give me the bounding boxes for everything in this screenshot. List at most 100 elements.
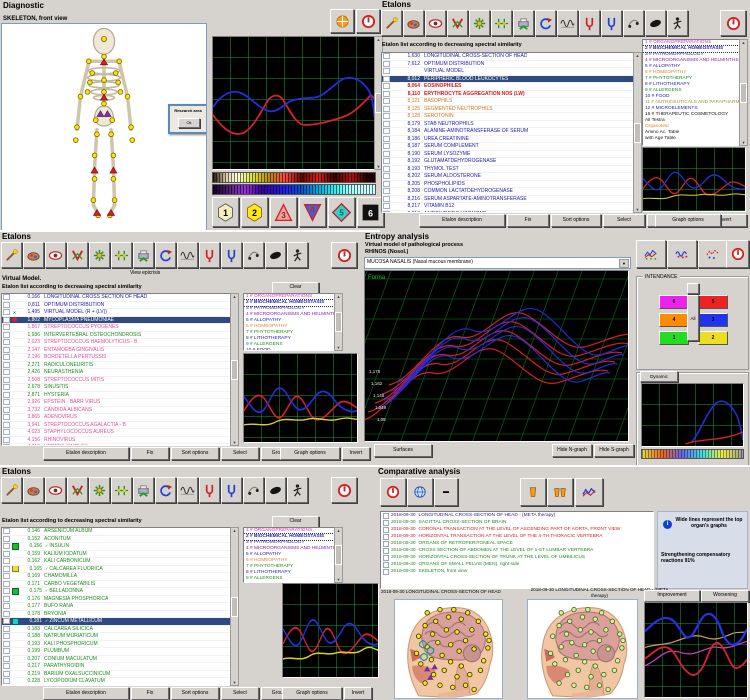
group-list-top-scrollbar[interactable]: ▲▼ [739,39,748,146]
etalon-row[interactable]: 8,193THYMOL TEST [382,166,633,174]
magic-wand-icon[interactable] [1,242,22,268]
etalon-row[interactable]: 8,128SEROTONIN [382,113,633,121]
etalon-row[interactable]: 4,023STAPHYLOCOCCUS AUREUS [2,429,230,437]
etalon-process-2-icon[interactable] [111,477,132,503]
etalon-row[interactable]: 8,186UREA CREATININE [382,136,633,144]
etalon-row[interactable]: 2,023STREPTOCOCCUS HAEMOLYTICUS - B [2,339,230,347]
invert-button[interactable]: Invert [342,447,370,460]
etalon-list-top-scrollbar[interactable]: ▲▼ [633,52,642,213]
row-checkbox[interactable] [3,671,10,677]
comparison-row[interactable]: 2018-09-30SKELETON, front view [381,568,653,575]
worsening-button[interactable]: Worsening [701,590,749,602]
etalon-row[interactable]: 4,310HERPES SIMPLEX [2,444,230,446]
stop-button[interactable] [720,10,746,36]
row-checkbox[interactable] [383,181,390,187]
magic-wand-icon[interactable] [1,477,22,503]
etalon-row[interactable]: 8,110ERYTHROCYTE AGGREGATION NOS (LW) [382,91,633,99]
etalon-list-bottom[interactable]: 0,146ARSENICUM ALBUM0,152ACONITUM0,156✓I… [1,527,231,686]
row-checkbox[interactable] [3,392,10,398]
nls-spectrum-icon[interactable] [557,10,578,36]
etalon-row[interactable]: 1,867STREPTOCOCCUS PYOGENES [2,324,230,332]
tuning-fork-blue-icon[interactable] [221,242,242,268]
etalon-row[interactable]: 8,121BASOPHILS [382,98,633,106]
hide-n-graph-button[interactable]: Hide N-graph [552,444,592,457]
filter-bean-icon[interactable] [265,242,286,268]
mark-1-button[interactable]: 1 [212,197,239,227]
row-checkbox[interactable] [3,309,10,315]
etalon-row[interactable]: 0,162KALI CARBONICUM [2,558,230,566]
etalon-row[interactable]: 8,218ANTIDIURETIC HORMONE [382,211,633,214]
etalon-row[interactable]: 0,156✓INSULIN [2,543,230,551]
stop-button-top[interactable] [356,9,380,33]
etalon-row[interactable]: 0,146ARSENICUM ALBUM [2,528,230,536]
row-checkbox[interactable] [3,384,10,390]
comparison-row[interactable]: 2018-09-30HORIZONTAL TRANSACTION AT THE … [381,533,653,540]
scale-button[interactable] [330,9,354,33]
anatomy-view[interactable]: Research area Ok [1,23,207,231]
etalon-row[interactable]: 0,217PARATHYROIDIN [2,663,230,671]
print-icon[interactable] [513,10,534,36]
eye-diagnostics-icon[interactable] [45,242,66,268]
row-checkbox[interactable] [383,121,390,127]
etalon-row[interactable]: 8,202SERUM ALDOSTERONE [382,173,633,181]
etalon-row[interactable]: 0,188NATRUM MURIATICUM [2,633,230,641]
reset-icon[interactable] [155,477,176,503]
etalon-row[interactable]: 8,208COMMON LACTATDEHYDROGENASE [382,188,633,196]
etalon-row[interactable]: 8,184ALANINE-AMINOTRANSFERASE OF SERUM [382,128,633,136]
magic-wand-icon[interactable] [381,10,402,36]
etalon-list-mid-scrollbar[interactable]: ▲▼ [230,293,239,446]
reset-icon[interactable] [155,242,176,268]
row-checkbox[interactable] [383,158,390,164]
row-checkbox[interactable] [383,83,390,89]
etalon-row[interactable]: 0,228LYCOPODIUM CLAVATUM [2,678,230,686]
biorhythms-icon[interactable] [667,10,688,36]
intendance-all-button[interactable]: All [687,295,699,341]
group-list-top[interactable]: 1 # ORGANOPREPARATIONS2 # BIOCHEMICAL HO… [642,39,740,146]
etalon-row[interactable]: 0,169CHAMOMILLA [2,573,230,581]
stop-button[interactable] [331,242,357,268]
row-checkbox[interactable] [383,196,390,202]
entropy-graph[interactable]: Forma 1,175 1,162 1,148 1,048 1,05 [364,270,629,442]
select-button[interactable]: Select [221,687,259,700]
stop-button-right[interactable] [726,240,749,268]
tuning-fork-blue-icon[interactable] [601,10,622,36]
row-checkbox[interactable] [383,53,390,59]
row-checkbox[interactable] [3,663,10,669]
etalon-row[interactable]: 0,183CALCAREA SILICICA [2,626,230,634]
etalon-row[interactable]: 2,871HYSTERIA [2,392,230,400]
tuning-fork-red-icon[interactable] [579,10,600,36]
hide-s-graph-button[interactable]: Hide S-graph [594,444,634,457]
invert-button[interactable]: Invert [344,687,372,700]
row-checkbox[interactable] [383,76,390,82]
etalon-row[interactable]: VIRTUAL MODEL [382,68,633,76]
etalon-row[interactable]: 8,064EOSINOPHILES [382,83,633,91]
etalon-row[interactable]: 8,187SERUM COMPLEMENT [382,143,633,151]
row-checkbox[interactable] [383,151,390,157]
intendance-button[interactable]: 5 [698,295,728,309]
etalon-process-2-icon[interactable] [491,10,512,36]
etalon-row[interactable]: 0,811OPTIMUM DISTRIBUTION [2,302,230,310]
organ-preparations-icon[interactable] [23,477,44,503]
organ-preparations-icon[interactable] [23,242,44,268]
etalon-process-icon[interactable] [89,242,110,268]
row-checkbox[interactable] [3,618,10,624]
head-image-before[interactable] [394,599,503,699]
etalon-list-bottom-scrollbar[interactable]: ▲▼ [230,527,239,686]
mark-3-button[interactable]: 3 [270,197,297,227]
etalon-process-icon[interactable] [469,10,490,36]
etalon-row[interactable]: 0,175✓BELLADONNA [2,588,230,596]
row-checkbox[interactable] [3,399,10,405]
etalon-row[interactable]: 3,732CANDIDA ALBICANS [2,407,230,415]
row-checkbox[interactable] [3,339,10,345]
intendance-button[interactable]: 2 [698,331,728,345]
etalon-row[interactable]: 2,926EPSTEIN - BARR VIRUS [2,399,230,407]
row-checkbox[interactable] [383,128,390,134]
row-checkbox[interactable] [3,429,10,435]
row-checkbox[interactable] [3,414,10,420]
row-checkbox[interactable] [3,369,10,375]
row-checkbox[interactable] [383,211,390,213]
row-checkbox[interactable] [3,596,10,602]
row-checkbox[interactable] [3,302,10,308]
melody-test-icon[interactable] [623,10,644,36]
graph-options-button[interactable]: Graph options [280,447,340,460]
